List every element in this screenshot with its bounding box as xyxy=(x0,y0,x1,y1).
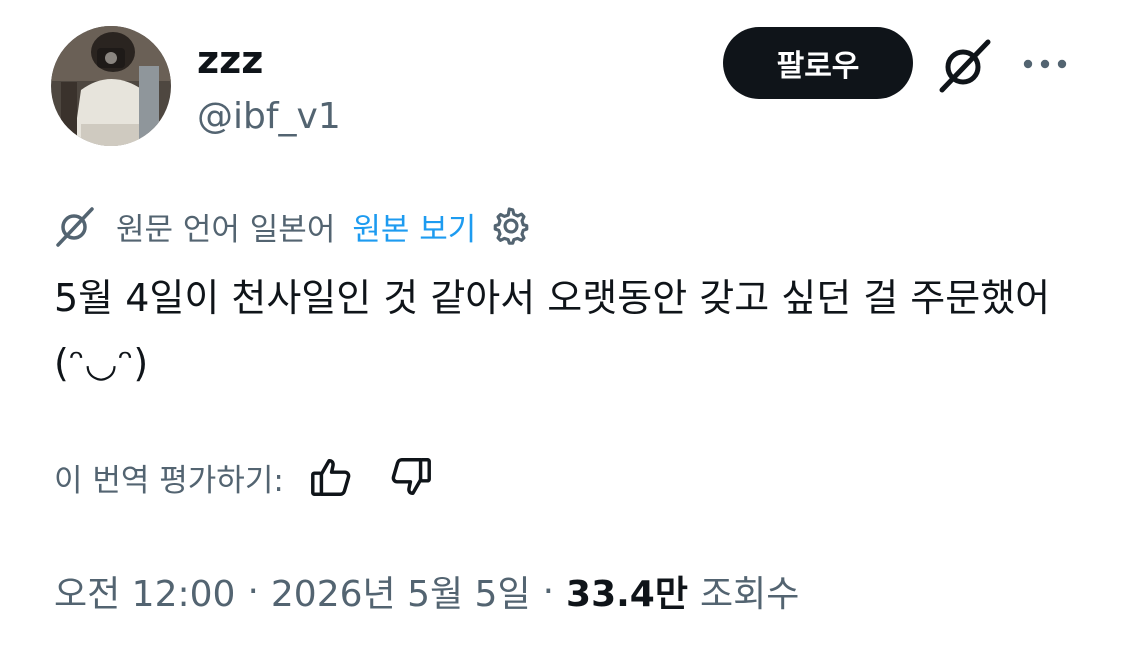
thumbs-up-icon[interactable] xyxy=(308,454,354,500)
source-language-text: 원문 언어 일본어 xyxy=(116,211,336,248)
follow-button[interactable]: 팔로우 xyxy=(723,27,913,99)
tweet-text: 5월 4일이 천사일인 것 같아서 오랫동안 갖고 싶던 걸 주문했어(ᵔ◡ᵔ) xyxy=(54,276,1051,385)
avatar[interactable] xyxy=(51,26,171,146)
separator: · xyxy=(247,570,259,612)
avatar-image xyxy=(51,26,171,146)
tweet-time[interactable]: 오전 12:00 xyxy=(54,565,235,617)
thumbs-down-icon[interactable] xyxy=(388,454,434,500)
grok-icon xyxy=(939,39,991,93)
display-name[interactable]: zzz xyxy=(197,36,263,84)
more-button[interactable] xyxy=(1020,44,1070,84)
gear-icon[interactable] xyxy=(490,205,532,247)
tweet-meta: 오전 12:00 · 2026년 5월 5일 · 33.4만 조회수 xyxy=(54,563,799,619)
show-original-link[interactable]: 원본 보기 xyxy=(352,204,476,249)
rating-prompt: 이 번역 평가하기: xyxy=(54,462,284,499)
grok-button[interactable] xyxy=(934,34,996,96)
translation-info: 원문 언어 일본어 원본 보기 xyxy=(52,199,532,253)
views-count: 33.4만 xyxy=(566,574,688,615)
user-handle[interactable]: @ibf_v1 xyxy=(197,94,341,140)
translation-rating: 이 번역 평가하기: xyxy=(54,448,434,506)
tweet-date[interactable]: 2026년 5월 5일 xyxy=(271,565,531,617)
grok-icon xyxy=(56,207,94,247)
more-dots-icon xyxy=(1023,59,1067,69)
separator: · xyxy=(542,570,555,612)
views-label: 조회수 xyxy=(699,574,800,615)
